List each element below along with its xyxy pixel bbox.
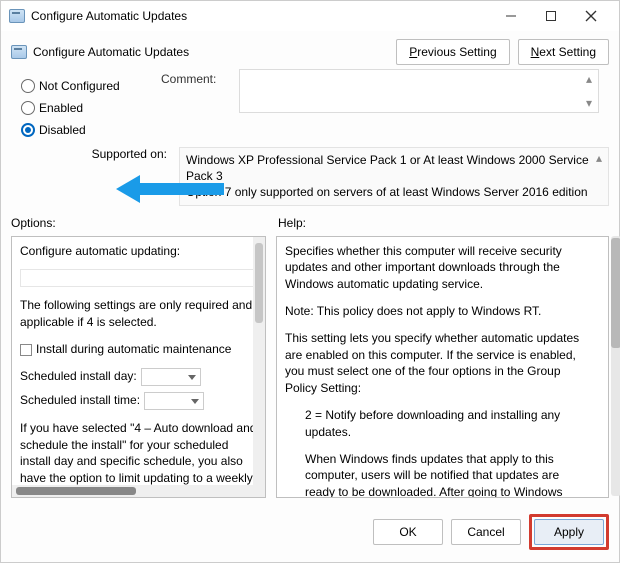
window-title: Configure Automatic Updates [31,9,187,23]
cancel-button[interactable]: Cancel [451,519,521,545]
help-p2: Note: This policy does not apply to Wind… [285,303,590,320]
help-p4: 2 = Notify before downloading and instal… [285,407,590,441]
configure-updating-label: Configure automatic updating: [20,243,257,260]
radio-enabled[interactable] [21,101,35,115]
policy-title: Configure Automatic Updates [33,45,396,59]
radio-not-configured-label: Not Configured [39,79,120,93]
help-heading: Help: [278,216,306,230]
help-p3: This setting lets you specify whether au… [285,330,590,397]
help-panel: Specifies whether this computer will rec… [276,236,609,498]
required-note: The following settings are only required… [20,297,257,331]
previous-setting-button[interactable]: Previous Setting [396,39,509,65]
chevron-up-icon[interactable]: ▴ [592,150,606,166]
chevron-up-icon[interactable]: ▴ [582,72,596,86]
comment-textarea[interactable]: ▴ ▾ [239,69,599,113]
help-p1: Specifies whether this computer will rec… [285,243,590,293]
policy-icon [11,45,27,59]
next-setting-button[interactable]: Next Setting [518,39,609,65]
titlebar: Configure Automatic Updates [1,1,619,31]
options-hscrollbar[interactable] [12,485,265,497]
ok-button[interactable]: OK [373,519,443,545]
options-vscrollbar[interactable] [253,237,265,497]
scheduled-time-dropdown[interactable] [144,392,204,410]
options-heading: Options: [11,216,266,230]
close-button[interactable] [571,2,611,30]
radio-disabled[interactable] [21,123,35,137]
apply-highlight: Apply [529,514,609,550]
chevron-down-icon[interactable]: ▾ [582,96,596,110]
help-p5: When Windows finds updates that apply to… [285,451,590,497]
maximize-button[interactable] [531,2,571,30]
install-maintenance-label: Install during automatic maintenance [36,342,231,356]
scheduled-day-dropdown[interactable] [141,368,201,386]
options-panel: Configure automatic updating: The follow… [11,236,266,498]
radio-disabled-label: Disabled [39,123,86,137]
comment-label: Comment: [161,69,231,86]
radio-not-configured[interactable] [21,79,35,93]
supported-on-label: Supported on: [11,147,171,161]
apply-button[interactable]: Apply [534,519,604,545]
install-maintenance-checkbox[interactable] [20,344,32,356]
annotation-arrow-icon [116,173,226,205]
scheduled-time-label: Scheduled install time: [20,393,140,407]
radio-enabled-label: Enabled [39,101,83,115]
supported-on-text: Windows XP Professional Service Pack 1 o… [179,147,609,206]
configure-updating-dropdown[interactable] [20,269,257,287]
help-vscrollbar[interactable] [611,236,620,496]
scheduled-day-label: Scheduled install day: [20,369,137,383]
policy-icon [9,9,25,23]
minimize-button[interactable] [491,2,531,30]
